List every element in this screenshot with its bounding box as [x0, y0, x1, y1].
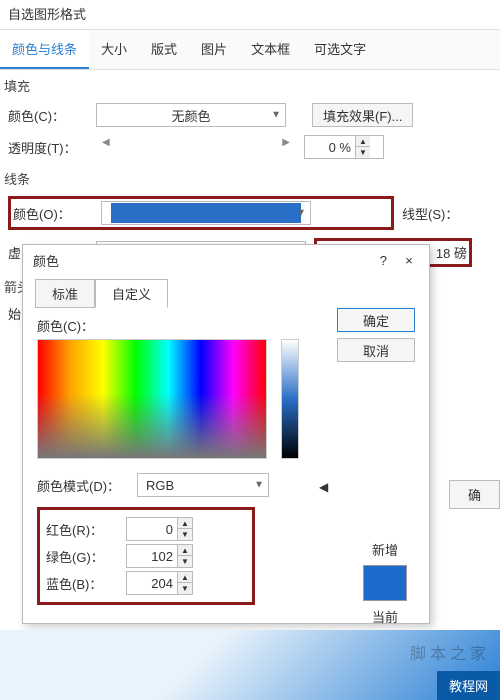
- color-dialog: 颜色 ? × 标准 自定义 确定 取消 颜色(C)： ◀ 颜色模式(D)： RG…: [22, 244, 430, 624]
- color-preview: 新增 当前: [363, 540, 407, 626]
- current-label: 当前: [372, 607, 398, 626]
- spin-down-icon[interactable]: ▼: [356, 147, 370, 158]
- main-ok-button[interactable]: 确: [449, 480, 500, 509]
- opacity-label: 透明度(T)：: [8, 138, 88, 157]
- line-color-swatch: [111, 203, 301, 223]
- line-style-label: 线型(S)：: [402, 204, 492, 223]
- opacity-value[interactable]: [305, 140, 355, 155]
- fill-effect-button[interactable]: 填充效果(F)...: [312, 103, 413, 127]
- main-tabs: 颜色与线条 大小 版式 图片 文本框 可选文字: [0, 30, 500, 70]
- spin-down-icon[interactable]: ▼: [178, 556, 192, 567]
- line-color-label: 颜色(O)：: [13, 204, 93, 223]
- chevron-down-icon: ▼: [296, 208, 306, 219]
- tab-standard[interactable]: 标准: [35, 279, 95, 308]
- color-gradient-picker[interactable]: [37, 339, 267, 459]
- tab-size[interactable]: 大小: [89, 30, 139, 69]
- spin-down-icon[interactable]: ▼: [178, 529, 192, 540]
- blue-input[interactable]: [127, 576, 177, 591]
- green-label: 绿色(G)：: [46, 547, 116, 566]
- cancel-button[interactable]: 取消: [337, 338, 415, 362]
- red-input[interactable]: [127, 522, 177, 537]
- tab-layout[interactable]: 版式: [139, 30, 189, 69]
- close-icon[interactable]: ×: [399, 253, 419, 268]
- watermark-text: 脚本之家: [410, 640, 490, 664]
- ok-button[interactable]: 确定: [337, 308, 415, 332]
- spin-up-icon[interactable]: ▲: [178, 572, 192, 583]
- tab-alttext[interactable]: 可选文字: [302, 30, 378, 69]
- spin-down-icon[interactable]: ▼: [178, 583, 192, 594]
- luminance-marker-icon[interactable]: ◀: [319, 480, 328, 494]
- red-label: 红色(R)：: [46, 520, 116, 539]
- color-mode-value: RGB: [146, 478, 174, 493]
- fill-color-label: 颜色(C)：: [8, 106, 88, 125]
- spin-up-icon[interactable]: ▲: [178, 545, 192, 556]
- tab-custom[interactable]: 自定义: [95, 279, 168, 308]
- green-input[interactable]: [127, 549, 177, 564]
- spin-up-icon[interactable]: ▲: [178, 518, 192, 529]
- chevron-down-icon: ▼: [254, 480, 264, 491]
- new-label: 新增: [372, 540, 398, 559]
- rgb-group: 红色(R)： ▲▼ 绿色(G)： ▲▼ 蓝色(B)： ▲▼: [37, 507, 255, 605]
- line-header: 线条: [0, 163, 500, 192]
- luminance-bar[interactable]: [281, 339, 299, 459]
- line-color-combo[interactable]: ▼: [101, 201, 311, 225]
- chevron-down-icon: ▼: [271, 110, 281, 121]
- fill-color-combo[interactable]: 无颜色 ▼: [96, 103, 286, 127]
- color-mode-combo[interactable]: RGB ▼: [137, 473, 269, 497]
- new-color-swatch: [363, 565, 407, 601]
- fill-color-value: 无颜色: [171, 106, 210, 125]
- color-mode-label: 颜色模式(D)：: [37, 476, 129, 495]
- opacity-slider[interactable]: ◀ ▶: [96, 137, 296, 157]
- window-title: 自选图形格式: [0, 0, 500, 30]
- opacity-spinner[interactable]: ▲▼: [304, 135, 384, 159]
- tab-color-line[interactable]: 颜色与线条: [0, 30, 89, 69]
- dialog-title: 颜色: [33, 251, 380, 270]
- fill-header: 填充: [0, 70, 500, 99]
- slider-right-icon: ▶: [282, 137, 290, 148]
- help-icon[interactable]: ?: [380, 253, 387, 268]
- slider-left-icon: ◀: [102, 137, 110, 148]
- blue-label: 蓝色(B)：: [46, 574, 116, 593]
- tab-textbox[interactable]: 文本框: [239, 30, 302, 69]
- footer-banner: 教程网: [437, 671, 500, 700]
- spin-up-icon[interactable]: ▲: [356, 136, 370, 147]
- tab-picture[interactable]: 图片: [189, 30, 239, 69]
